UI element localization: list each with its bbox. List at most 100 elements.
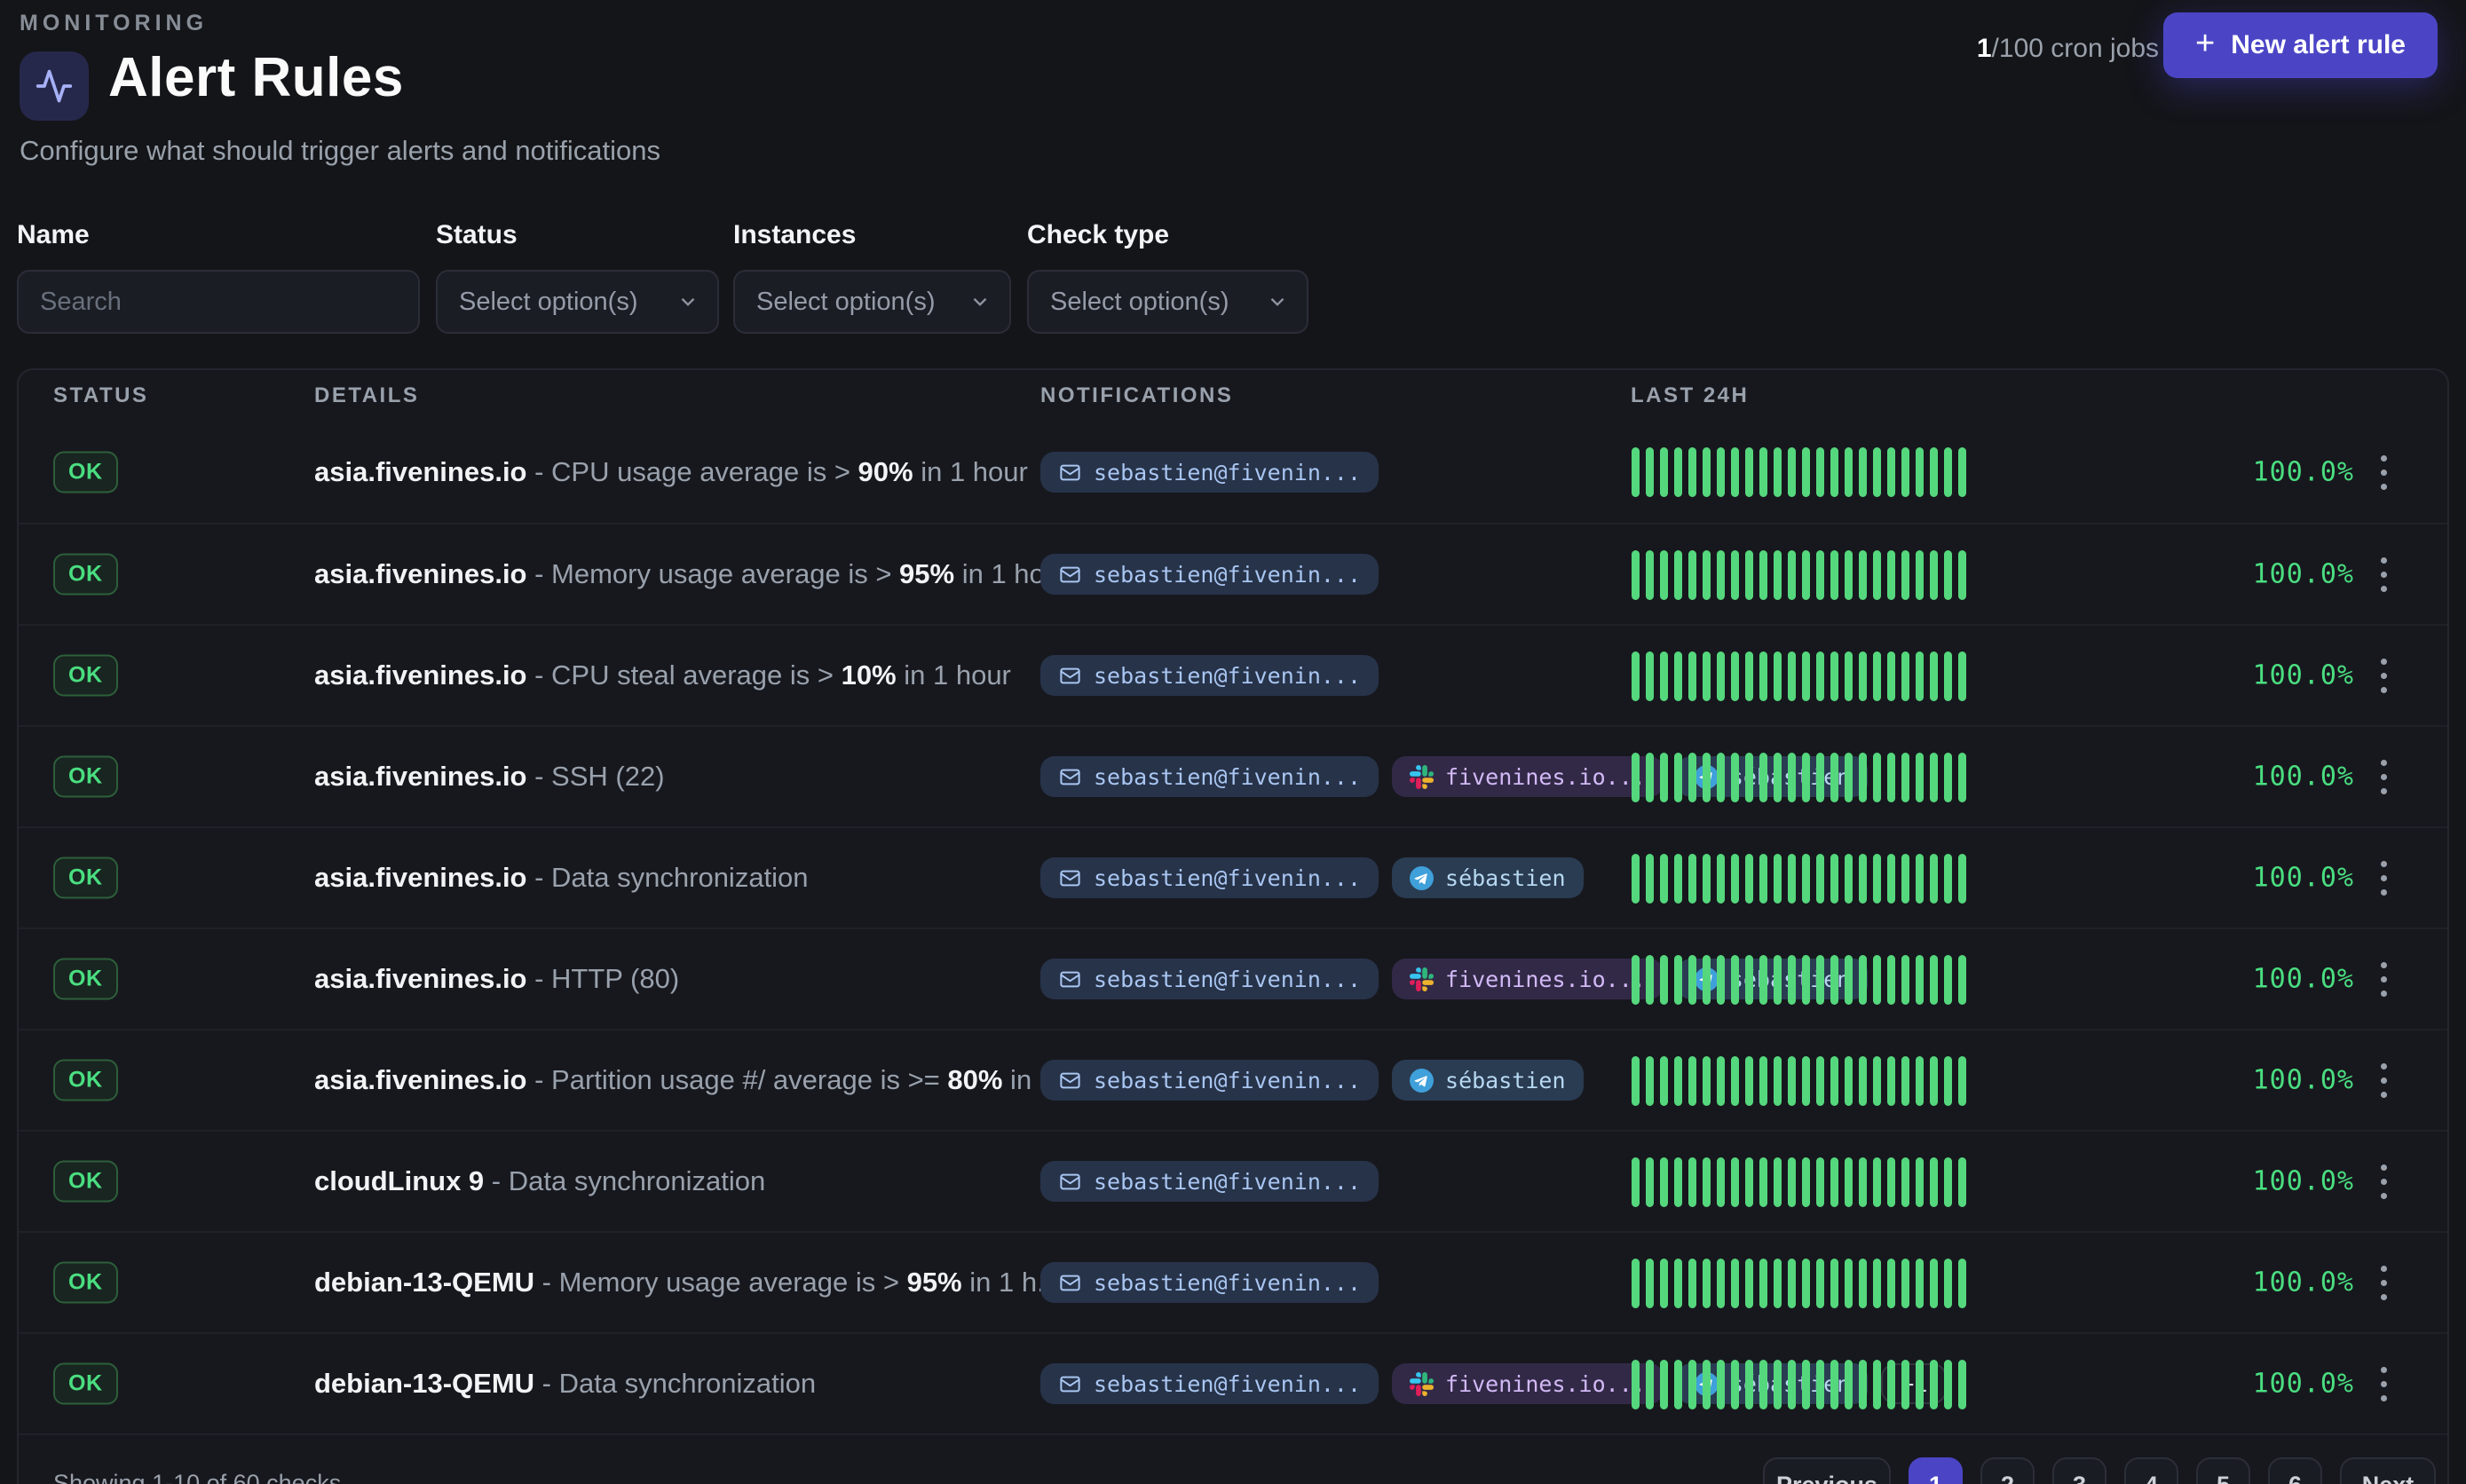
- search-input[interactable]: [17, 270, 420, 334]
- notification-badge-email: sebastien@fivenin...: [1040, 655, 1379, 696]
- alert-rule-details: asia.fivenines.io - Partition usage #/ a…: [314, 1064, 1063, 1096]
- kebab-menu-icon[interactable]: [2367, 1357, 2399, 1410]
- check-type-select[interactable]: Select option(s): [1027, 270, 1308, 334]
- pagination-page-2[interactable]: 2: [1980, 1457, 2035, 1484]
- table-row[interactable]: OKasia.fivenines.io - Data synchronizati…: [19, 826, 2447, 928]
- showing-count-label: Showing 1-10 of 60 checks: [53, 1470, 341, 1484]
- table-row[interactable]: OK cloudLinux 9 - Data synchronization seb…: [19, 1130, 2447, 1231]
- pagination-next-button[interactable]: Next: [2340, 1457, 2436, 1484]
- kebab-menu-icon[interactable]: [2367, 952, 2399, 1006]
- status-badge: OK: [53, 452, 118, 493]
- table-row[interactable]: OKdebian-13-QEMU - Memory usage average …: [19, 1231, 2447, 1332]
- table-row[interactable]: OK asia.fivenines.io - Partition usage #/…: [19, 1029, 2447, 1130]
- instances-select[interactable]: Select option(s): [733, 270, 1011, 334]
- alert-rule-details: asia.fivenines.io - CPU usage average is…: [314, 456, 1028, 488]
- table-row[interactable]: OK asia.fivenines.io - Memory usage avera…: [19, 523, 2447, 624]
- slack-icon: [1410, 1372, 1434, 1396]
- alert-rule-details: asia.fivenines.io - SSH (22): [314, 761, 665, 793]
- uptime-percentage: 100.0%: [2088, 1065, 2354, 1096]
- status-cell: OK: [53, 959, 118, 1000]
- last-24h-sparkline: [1632, 1157, 1966, 1207]
- notifications-cell: sebastien@fivenin...: [1040, 452, 1379, 493]
- filter-label-name: Name: [17, 220, 420, 250]
- status-cell: OK: [53, 857, 118, 899]
- status-cell: OK: [53, 1060, 118, 1101]
- column-header-details: DETAILS: [314, 383, 419, 408]
- filter-label-instances: Instances: [733, 220, 1011, 250]
- status-badge: OK: [53, 959, 118, 1000]
- cron-jobs-used: 1: [1977, 34, 1992, 63]
- notification-badge-email: sebastien@fivenin...: [1040, 452, 1379, 493]
- pagination-page-6[interactable]: 6: [2268, 1457, 2322, 1484]
- envelope-icon: [1058, 967, 1082, 991]
- status-select[interactable]: Select option(s): [436, 270, 719, 334]
- filter-label-status: Status: [436, 220, 719, 250]
- uptime-percentage: 100.0%: [2088, 863, 2354, 894]
- kebab-menu-icon[interactable]: [2367, 548, 2399, 601]
- table-row[interactable]: OK asia.fivenines.io - CPU usage average …: [19, 422, 2447, 523]
- envelope-icon: [1058, 765, 1082, 789]
- last-24h-sparkline: [1632, 955, 1966, 1005]
- envelope-icon: [1058, 1372, 1082, 1396]
- uptime-percentage: 100.0%: [2088, 762, 2354, 793]
- status-badge: OK: [53, 1161, 118, 1203]
- table-row[interactable]: OKasia.fivenines.io - HTTP (80)sebastien…: [19, 928, 2447, 1029]
- notification-badge-slack: fivenines.io...: [1392, 959, 1664, 999]
- kebab-menu-icon[interactable]: [2367, 1054, 2399, 1107]
- pagination-page-1[interactable]: 1: [1909, 1457, 1963, 1484]
- chevron-down-icon: [1266, 290, 1289, 313]
- last-24h-sparkline: [1632, 854, 1966, 904]
- alert-rule-details: asia.fivenines.io - HTTP (80): [314, 963, 679, 995]
- alert-rule-details: debian-13-QEMU - Data synchronization: [314, 1368, 816, 1400]
- page-subtitle: Configure what should trigger alerts and…: [20, 135, 660, 167]
- table-body: OK asia.fivenines.io - CPU usage average …: [19, 422, 2447, 1433]
- uptime-percentage: 100.0%: [2088, 660, 2354, 691]
- uptime-percentage: 100.0%: [2088, 1267, 2354, 1298]
- status-badge: OK: [53, 1262, 118, 1304]
- notifications-cell: sebastien@fivenin...sébastien: [1040, 1060, 1584, 1101]
- uptime-percentage: 100.0%: [2088, 1369, 2354, 1400]
- new-alert-rule-button[interactable]: + New alert rule: [2163, 12, 2438, 78]
- table-row[interactable]: OKasia.fivenines.io - SSH (22)sebastien@…: [19, 725, 2447, 826]
- plus-icon: +: [2195, 27, 2215, 60]
- status-cell: OK: [53, 1262, 118, 1304]
- pagination-page-3[interactable]: 3: [2052, 1457, 2106, 1484]
- kebab-menu-icon[interactable]: [2367, 649, 2399, 702]
- pagination-previous-button[interactable]: Previous: [1763, 1457, 1891, 1484]
- notifications-cell: sebastien@fivenin...sébastien: [1040, 857, 1584, 898]
- column-header-last-24h: LAST 24H: [1631, 383, 1749, 408]
- alert-rule-details: cloudLinux 9 - Data synchronization: [314, 1165, 765, 1197]
- kebab-menu-icon[interactable]: [2367, 1155, 2399, 1208]
- notifications-cell: sebastien@fivenin...: [1040, 1161, 1379, 1202]
- status-select-value: Select option(s): [459, 288, 638, 317]
- envelope-icon: [1058, 1170, 1082, 1194]
- table-row[interactable]: OKdebian-13-QEMU - Data synchronizations…: [19, 1332, 2447, 1433]
- notifications-cell: sebastien@fivenin...: [1040, 1262, 1379, 1303]
- alert-rule-details: asia.fivenines.io - Memory usage average…: [314, 558, 1069, 590]
- kebab-menu-icon[interactable]: [2367, 750, 2399, 803]
- last-24h-sparkline: [1632, 447, 1966, 497]
- status-cell: OK: [53, 452, 118, 493]
- kebab-menu-icon[interactable]: [2367, 446, 2399, 499]
- uptime-percentage: 100.0%: [2088, 1166, 2354, 1197]
- notification-badge-slack: fivenines.io...: [1392, 1363, 1664, 1404]
- pagination: Previous 123456 Next: [1763, 1457, 2436, 1484]
- status-badge: OK: [53, 554, 118, 596]
- status-cell: OK: [53, 554, 118, 596]
- notification-badge-email: sebastien@fivenin...: [1040, 857, 1379, 898]
- cron-jobs-total: /100 cron jobs: [1992, 34, 2159, 63]
- kebab-menu-icon[interactable]: [2367, 851, 2399, 904]
- table-row[interactable]: OKasia.fivenines.io - CPU steal average …: [19, 624, 2447, 725]
- page-title: Alert Rules: [108, 46, 404, 109]
- instances-select-value: Select option(s): [756, 288, 936, 317]
- status-badge: OK: [53, 756, 118, 798]
- kebab-menu-icon[interactable]: [2367, 1256, 2399, 1309]
- status-cell: OK: [53, 655, 118, 697]
- status-cell: OK: [53, 1363, 118, 1405]
- envelope-icon: [1058, 1069, 1082, 1093]
- notifications-cell: sebastien@fivenin...: [1040, 554, 1379, 595]
- pagination-page-4[interactable]: 4: [2124, 1457, 2178, 1484]
- cron-jobs-usage: 1/100 cron jobs: [1977, 34, 2159, 64]
- pagination-page-5[interactable]: 5: [2196, 1457, 2250, 1484]
- uptime-percentage: 100.0%: [2088, 964, 2354, 995]
